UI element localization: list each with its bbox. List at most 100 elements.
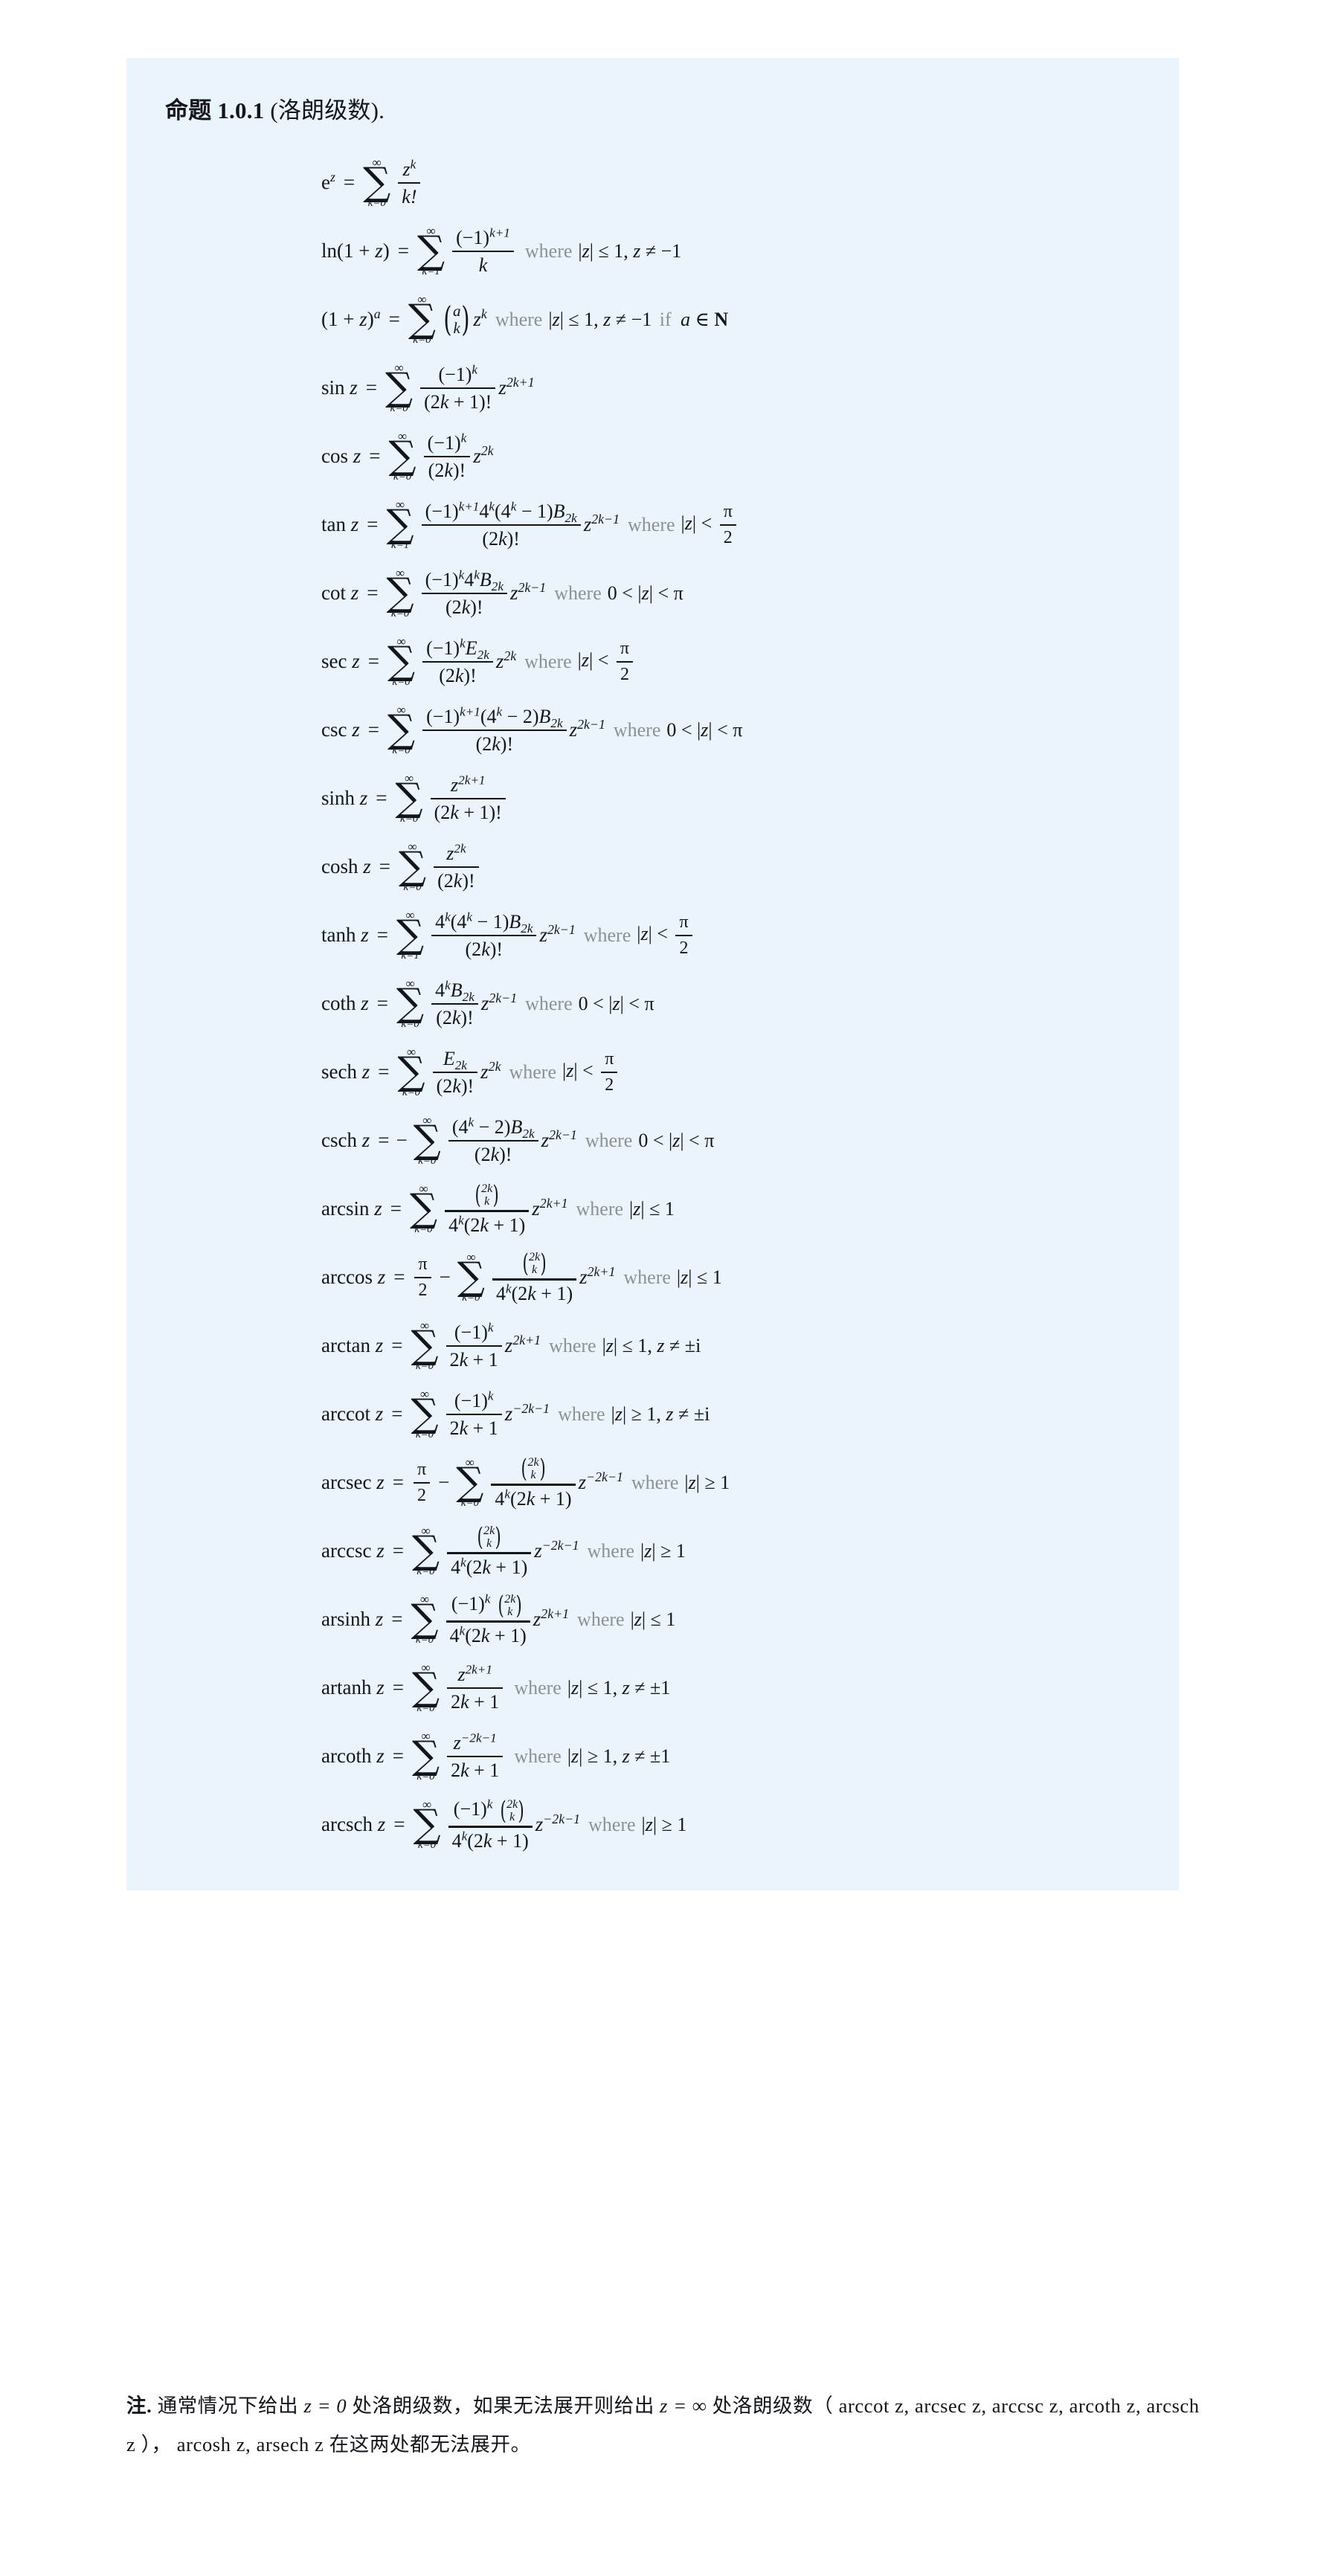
equals-sign: = [391, 1334, 403, 1357]
formula-condition-arcoth: |z| ≥ 1, z ≠ ±1 [567, 1745, 671, 1767]
equals-sign: = [379, 855, 390, 878]
formula-condition-ln: |z| ≤ 1, z ≠ −1 [578, 239, 682, 262]
summation-symbol: ∞ ∑ k=0 [411, 1660, 440, 1715]
formula-lhs-cot: cot z [321, 582, 359, 605]
formula-condition-arcsec: |z| ≥ 1 [684, 1471, 730, 1493]
formula-factor: z−2k−1 [504, 1401, 550, 1426]
equals-sign: = [367, 513, 379, 536]
formula-lhs-arsinh: arsinh z [321, 1608, 384, 1631]
formula-condition-tanh: |z| < π2 [637, 912, 695, 959]
pi-over-two: π2 [675, 912, 692, 959]
formula-row-arctan: arctan z = ∞ ∑ k=0 (−1)k 2k + 1 z2k+1 where… [126, 1312, 1179, 1380]
binomial-coefficient: (2k k) [500, 1795, 525, 1826]
formula-factor: zk [473, 306, 487, 331]
formula-factor: z−2k−1 [578, 1469, 623, 1494]
equals-sign: = [397, 239, 409, 263]
fraction: 4k(4k − 1)B2k (2k)! [431, 910, 537, 961]
formula-condition-arccos: |z| ≤ 1 [676, 1266, 722, 1288]
fraction: z2k+1 2k + 1 [447, 1663, 504, 1713]
equals-sign: = [391, 1403, 403, 1426]
fraction: (−1)kE2k (2k)! [422, 637, 493, 687]
fraction: (2k k) 4k(2k + 1) [491, 1456, 576, 1510]
binomial-coefficient: (2k k) [475, 1179, 499, 1210]
formula-lhs-coth: coth z [321, 992, 369, 1015]
formula-factor: z2k−1 [569, 717, 605, 741]
where-label: where [631, 1471, 679, 1493]
formula-factor: z2k−1 [509, 580, 547, 605]
formula-condition-coth: 0 < |z| < π [578, 992, 654, 1014]
formula-factor: z−2k−1 [534, 1538, 579, 1562]
summation-symbol: ∞ ∑ k=0 [457, 1249, 485, 1304]
equals-sign: = [392, 1539, 404, 1562]
pi-over-two: π2 [601, 1049, 618, 1095]
formula-factor: z2k+1 [532, 1196, 568, 1220]
equals-sign: = [388, 308, 400, 331]
formula-lhs-binomial: (1 + z)a [321, 306, 381, 331]
formula-list: ez = ∞ ∑ k=0 zk k! ln(1 + z) = ∞ ∑ k=1 (−1)k+… [126, 149, 1179, 1859]
formula-lhs-arcsec: arcsec z [321, 1471, 385, 1494]
note-math-z-zero: z = 0 [303, 2395, 347, 2417]
formula-condition-csc: 0 < |z| < π [666, 718, 743, 741]
formula-lhs-arccot: arccot z [321, 1403, 384, 1426]
formula-row-exp: ez = ∞ ∑ k=0 zk k! [126, 149, 1179, 217]
fraction: (−1)k (2k k) 4k(2k + 1) [448, 1795, 533, 1852]
formula-row-sin: sin z = ∞ ∑ k=0 (−1)k (2k + 1)! z2k+1 [126, 354, 1179, 422]
equals-sign: = [392, 1676, 404, 1699]
summation-symbol: ∞ ∑ k=0 [411, 1523, 440, 1578]
summation-symbol: ∞ ∑ k=0 [385, 360, 414, 415]
note-line1-part1: 通常情况下给出 [157, 2395, 299, 2417]
formula-lhs-cos: cos z [321, 445, 361, 468]
formula-row-arcsch: arcsch z = ∞ ∑ k=0 (−1)k (2k k) 4k(2k + 1) … [126, 1791, 1179, 1859]
formula-condition-arctan: |z| ≤ 1, z ≠ ±i [602, 1334, 701, 1356]
summation-symbol: ∞ ∑ k=0 [408, 292, 436, 347]
equals-sign: = [378, 1060, 390, 1083]
summation-symbol: ∞ ∑ k=0 [387, 702, 416, 757]
fraction: (4k − 2)B2k (2k)! [448, 1115, 538, 1166]
formula-condition-arsinh: |z| ≤ 1 [630, 1608, 676, 1630]
fraction: (−1)k+1 k [452, 226, 514, 277]
proposition-box: 命题 1.0.1 (洛朗级数). ez = ∞ ∑ k=0 zk k! ln(1 + … [126, 58, 1179, 1890]
where-label: where [613, 718, 661, 741]
summation-symbol: ∞ ∑ k=0 [411, 1386, 439, 1441]
formula-lhs-sec: sec z [321, 650, 360, 673]
formula-row-binomial: (1 + z)a = ∞ ∑ k=0 (a k) zk where |z| ≤ 1, … [126, 286, 1179, 354]
formula-lhs-tanh: tanh z [321, 924, 369, 947]
formula-lhs-arccos: arccos z [321, 1266, 386, 1289]
summation-symbol: ∞ ∑ k=1 [416, 223, 445, 278]
formula-row-arsinh: arsinh z = ∞ ∑ k=0 (−1)k (2k k) 4k(2k + 1) … [126, 1585, 1179, 1654]
where-label: where [524, 239, 573, 262]
pi-over-two: π2 [616, 639, 633, 685]
formula-row-csch: csch z = − ∞ ∑ k=0 (4k − 2)B2k (2k)! z2k−1 … [126, 1107, 1179, 1175]
formula-row-cos: cos z = ∞ ∑ k=0 (−1)k (2k)! z2k [126, 422, 1179, 491]
formula-factor: z2k+1 [498, 375, 535, 399]
equals-sign: = [378, 1129, 390, 1152]
where-label: where [514, 1676, 562, 1698]
summation-symbol: ∞ ∑ k=0 [395, 770, 423, 825]
where-label: where [628, 513, 675, 535]
equals-sign: = [393, 1813, 405, 1836]
formula-lhs-artanh: artanh z [321, 1676, 385, 1699]
formula-row-sec: sec z = ∞ ∑ k=0 (−1)kE2k (2k)! z2k where |z… [126, 628, 1179, 696]
formula-row-csc: csc z = ∞ ∑ k=0 (−1)k+1(4k − 2)B2k (2k)! z2… [126, 696, 1179, 764]
where-label: where [576, 1197, 624, 1220]
formula-row-cosh: cosh z = ∞ ∑ k=0 z2k (2k)! [126, 833, 1179, 901]
summation-symbol: ∞ ∑ k=0 [397, 1044, 425, 1099]
note-math-z-infinity: z = ∞ [660, 2395, 707, 2417]
formula-condition-arccot: |z| ≥ 1, z ≠ ±i [611, 1403, 710, 1425]
fraction: z−2k−1 2k + 1 [447, 1731, 504, 1782]
equals-sign: = [392, 1471, 404, 1494]
equals-sign: = [343, 171, 356, 194]
fraction: z2k (2k)! [434, 842, 479, 892]
formula-lhs-sin: sin z [321, 376, 358, 399]
formula-lhs-sinh: sinh z [321, 787, 368, 810]
formula-lhs-arcoth: arcoth z [321, 1745, 385, 1768]
minus-sign: − [438, 1471, 450, 1494]
binomial-coefficient: (2k k) [498, 1590, 523, 1620]
fraction: (−1)k+1(4k − 2)B2k (2k)! [422, 705, 567, 756]
equals-sign: = [365, 376, 378, 399]
where-label: where [554, 582, 602, 604]
equals-sign: = [391, 1608, 403, 1631]
fraction: (−1)k (2k)! [423, 431, 471, 482]
pi-over-two: π2 [413, 1460, 431, 1506]
summation-symbol: ∞ ∑ k=0 [396, 976, 425, 1031]
